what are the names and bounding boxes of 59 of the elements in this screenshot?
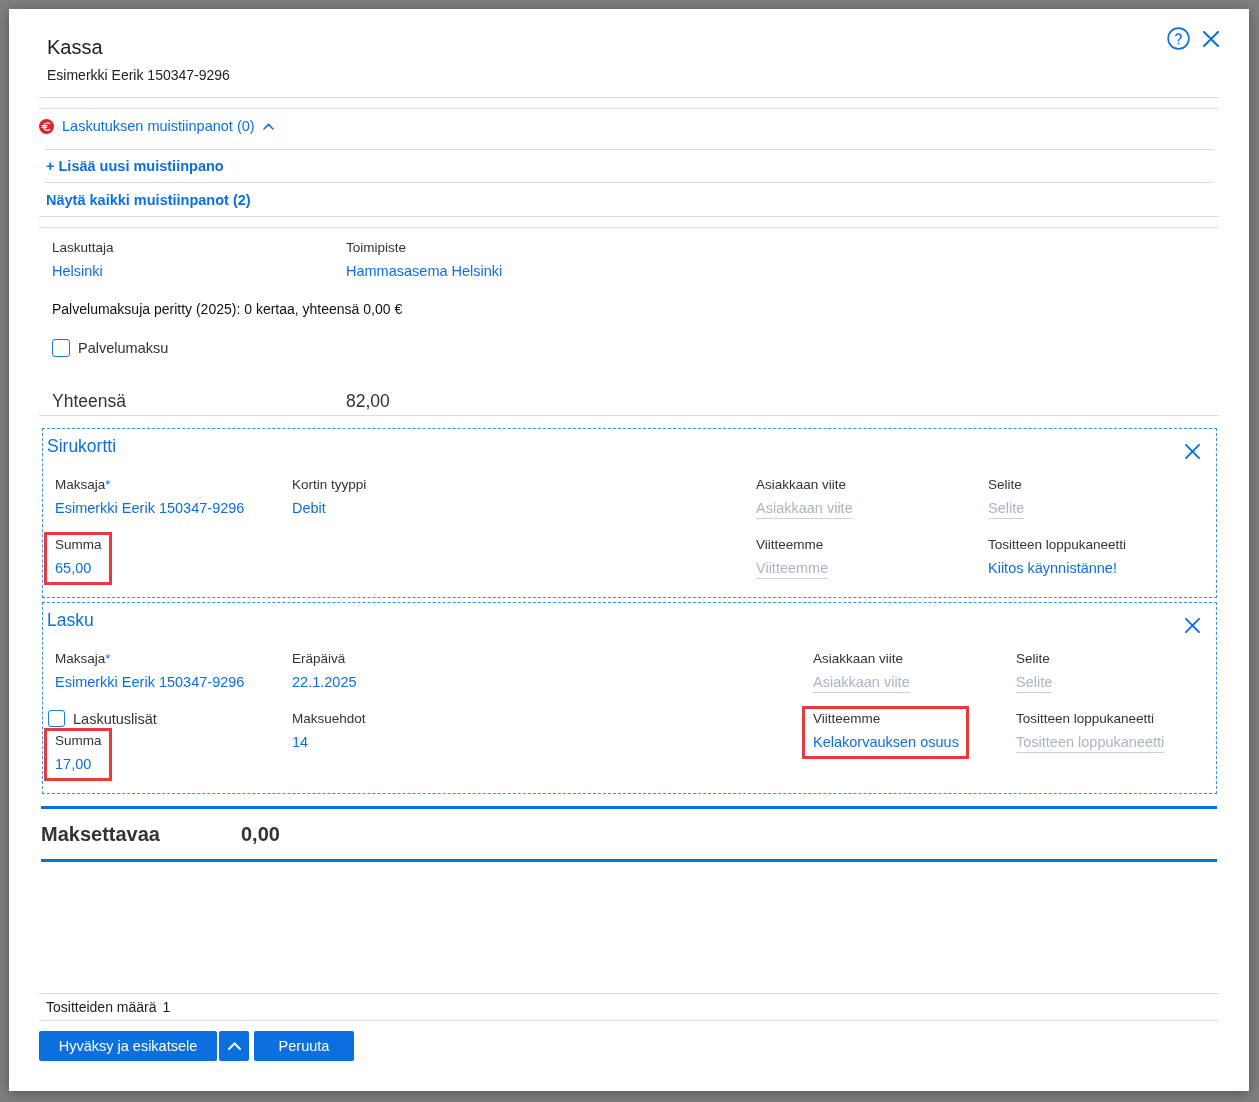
field-label: Maksaja*: [55, 476, 111, 494]
total-label: Yhteensä: [52, 390, 127, 413]
field-label: Maksuehdot: [292, 710, 366, 728]
field-label: Summa: [55, 536, 102, 554]
close-icon: [1185, 444, 1200, 459]
euro-icon: [39, 118, 54, 134]
close-icon: [1203, 30, 1219, 47]
field-label: Selite: [1016, 650, 1050, 668]
field-label: Selite: [988, 476, 1022, 494]
field-label: Viitteemme: [756, 536, 824, 554]
action-button[interactable]: Peruuta: [254, 1031, 354, 1061]
amount-due-value: 0,00: [241, 822, 280, 847]
dialog-subtitle: Esimerkki Eerik 150347-9296: [47, 66, 230, 85]
remove-button[interactable]: [1185, 618, 1200, 633]
notes-toggle[interactable]: Laskutuksen muistiinpanot (0): [62, 116, 255, 136]
remove-button[interactable]: [1185, 444, 1200, 459]
dialog-title: Kassa: [47, 35, 104, 60]
field-label: Tositteen loppukaneetti: [1016, 710, 1155, 728]
field-label: Kortin tyyppi: [292, 476, 367, 494]
dropdown-button[interactable]: [219, 1031, 249, 1061]
field-value[interactable]: Hammasasema Helsinki: [346, 260, 503, 282]
field-value[interactable]: 17,00: [55, 753, 92, 775]
field-label: Eräpäivä: [292, 650, 346, 668]
field-label: Toimipiste: [346, 239, 407, 257]
field-value[interactable]: 22.1.2025: [292, 671, 357, 693]
field-label: Summa: [55, 732, 102, 750]
field-value[interactable]: Kelakorvauksen osuus: [813, 731, 959, 753]
help-button[interactable]: [1167, 27, 1190, 50]
field-value[interactable]: Esimerkki Eerik 150347-9296: [55, 497, 245, 519]
close-button[interactable]: [1203, 30, 1219, 47]
field-label: Asiakkaan viite: [756, 476, 847, 494]
field-value[interactable]: Helsinki: [52, 260, 103, 282]
footer-label: Tositteiden määrä: [46, 998, 157, 1017]
payment-title: Sirukortti: [47, 435, 117, 457]
checkbox[interactable]: [52, 339, 70, 357]
notes-link[interactable]: + Lisää uusi muistiinpano: [46, 158, 224, 174]
field-label: Maksaja*: [55, 650, 111, 668]
service-fee-info: Palvelumaksuja peritty (2025): 0 kertaa, yhteensä 0,00 €: [52, 300, 403, 319]
checkbox-label[interactable]: Laskutuslisät: [73, 708, 157, 729]
checkbox-label[interactable]: Palvelumaksu: [78, 338, 169, 358]
notes-link[interactable]: Näytä kaikki muistiinpanot (2): [46, 191, 251, 208]
action-button[interactable]: Hyväksy ja esikatsele: [39, 1031, 217, 1061]
field-value[interactable]: 65,00: [55, 557, 92, 579]
field-label: Viitteemme: [813, 710, 881, 728]
field-label: Tositteen loppukaneetti: [988, 536, 1127, 554]
checkbox[interactable]: [48, 710, 65, 727]
field-value[interactable]: Esimerkki Eerik 150347-9296: [55, 671, 245, 693]
field-label: Laskuttaja: [52, 239, 114, 257]
payment-title: Lasku: [47, 609, 94, 631]
field-value[interactable]: Kiitos käynnistänne!: [988, 557, 1117, 579]
amount-due-label: Maksettavaa: [41, 822, 161, 847]
total-value: 82,00: [346, 390, 390, 413]
field-label: Asiakkaan viite: [813, 650, 904, 668]
field-value[interactable]: 14: [292, 731, 309, 753]
close-icon: [1185, 618, 1200, 633]
footer-value: 1: [162, 998, 171, 1017]
field-value[interactable]: Debit: [292, 497, 326, 519]
help-icon: [1167, 27, 1190, 50]
chevron-up-icon: [227, 1042, 241, 1050]
